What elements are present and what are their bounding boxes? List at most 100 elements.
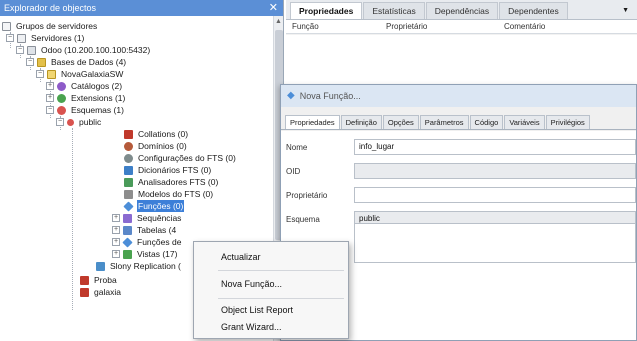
database-icon	[80, 275, 89, 285]
context-menu: Actualizar Nova Função... Object List Re…	[193, 241, 349, 339]
collations-icon	[124, 129, 133, 139]
tab-dependencies[interactable]: Dependências	[425, 2, 499, 19]
menu-item-refresh[interactable]: Actualizar	[194, 248, 348, 266]
properties-tab-bar: Propriedades Estatísticas Dependências D…	[286, 0, 637, 20]
owner-select[interactable]	[354, 187, 636, 203]
column-header-comment[interactable]: Comentário	[498, 20, 545, 33]
comment-textarea[interactable]	[354, 223, 636, 263]
schema-icon	[67, 118, 74, 126]
fts-dictionaries-icon	[124, 165, 133, 175]
menu-item-grant-wizard[interactable]: Grant Wizard...	[194, 318, 348, 336]
tree-node-server-groups[interactable]: Grupos de servidores	[2, 20, 98, 32]
collapse-toggle[interactable]: −	[46, 106, 54, 114]
dialog-tab-code[interactable]: Código	[469, 115, 504, 129]
close-icon[interactable]: ✕	[269, 0, 278, 16]
expand-toggle[interactable]: +	[112, 238, 120, 246]
dialog-title-bar[interactable]: ◆ Nova Função...	[281, 85, 636, 107]
fts-config-icon	[124, 153, 133, 163]
expand-toggle[interactable]: +	[112, 250, 120, 258]
explorer-title: Explorador de objectos	[4, 3, 97, 13]
properties-list	[286, 35, 637, 85]
tree-node-schemas[interactable]: − Esquemas (1)	[46, 104, 125, 116]
tree-node-fts-parsers[interactable]: Analisadores FTS (0)	[124, 176, 219, 188]
tree-node-extensions[interactable]: + Extensions (1)	[46, 92, 126, 104]
tab-statistics[interactable]: Estatísticas	[363, 2, 425, 19]
database-icon	[47, 69, 56, 79]
tree-node-catalogs[interactable]: + Catálogos (2)	[46, 80, 123, 92]
tree-node-database-proba[interactable]: Proba	[80, 274, 118, 286]
oid-input	[354, 163, 636, 179]
explorer-title-bar: Explorador de objectos ✕	[0, 0, 283, 16]
tree-node-fts-dictionaries[interactable]: Dicionários FTS (0)	[124, 164, 212, 176]
column-header-function[interactable]: Função	[286, 20, 380, 33]
fts-parsers-icon	[124, 177, 133, 187]
views-icon	[123, 249, 132, 259]
collapse-toggle[interactable]: −	[56, 118, 64, 126]
dialog-tab-privileges[interactable]: Privilégios	[545, 115, 590, 129]
tree-node-tables[interactable]: + Tabelas (4	[112, 224, 177, 236]
column-header-owner[interactable]: Proprietário	[380, 20, 498, 33]
menu-item-object-list-report[interactable]: Object List Report	[194, 301, 348, 319]
collapse-toggle[interactable]: −	[16, 46, 24, 54]
dialog-tab-parameters[interactable]: Parâmetros	[419, 115, 469, 129]
name-label: Nome	[286, 142, 308, 152]
tables-icon	[123, 225, 132, 235]
tree-node-database-galaxia[interactable]: galaxia	[80, 286, 122, 298]
properties-list-header: Função Proprietário Comentário	[286, 20, 637, 34]
tree-node-slony-replication[interactable]: Slony Replication (	[96, 260, 182, 272]
tab-properties[interactable]: Propriedades	[290, 2, 363, 19]
dialog-tab-options[interactable]: Opções	[382, 115, 419, 129]
dialog-tab-variables[interactable]: Variáveis	[504, 115, 545, 129]
schema-label: Esquema	[286, 214, 320, 224]
tree-node-schema-public[interactable]: − public	[56, 116, 102, 128]
server-group-icon	[2, 21, 11, 31]
tree-node-trigger-functions[interactable]: + Funções de	[112, 236, 182, 248]
tree-node-sequences[interactable]: + Sequências	[112, 212, 182, 224]
owner-label: Proprietário	[286, 190, 328, 200]
slony-icon	[96, 261, 105, 271]
tree-node-domains[interactable]: Domínios (0)	[124, 140, 188, 152]
menu-item-new-function[interactable]: Nova Função...	[194, 275, 348, 293]
collapse-toggle[interactable]: −	[26, 58, 34, 66]
dialog-tab-definition[interactable]: Definição	[340, 115, 382, 129]
menu-separator	[218, 270, 344, 271]
collapse-toggle[interactable]: −	[36, 70, 44, 78]
databases-icon	[37, 57, 46, 67]
sequences-icon	[123, 213, 132, 223]
dialog-tab-properties[interactable]: Propriedades	[285, 115, 340, 129]
expand-toggle[interactable]: +	[112, 214, 120, 222]
expand-toggle[interactable]: +	[46, 94, 54, 102]
extensions-icon	[57, 93, 66, 103]
oid-label: OID	[286, 166, 301, 176]
tree-node-collations[interactable]: Collations (0)	[124, 128, 189, 140]
menu-separator	[218, 298, 344, 299]
tree-node-databases[interactable]: − Bases de Dados (4)	[26, 56, 127, 68]
schemas-icon	[57, 105, 66, 115]
form-row-oid: OID	[286, 163, 636, 179]
tab-dependents[interactable]: Dependentes	[499, 2, 568, 19]
tree-node-fts-configurations[interactable]: Configurações do FTS (0)	[124, 152, 237, 164]
tree-node-servers[interactable]: − Servidores (1)	[6, 32, 85, 44]
catalogs-icon	[57, 81, 66, 91]
servers-icon	[17, 33, 26, 43]
form-row-name: Nome info_lugar	[286, 139, 636, 155]
tab-overflow-icon[interactable]: ▼	[622, 7, 629, 19]
database-icon	[80, 287, 89, 297]
fts-templates-icon	[124, 189, 133, 199]
tree-node-server-odoo[interactable]: − Odoo (10.200.100.100:5432)	[16, 44, 151, 56]
expand-toggle[interactable]: +	[46, 82, 54, 90]
tree-node-fts-templates[interactable]: Modelos do FTS (0)	[124, 188, 214, 200]
name-input[interactable]: info_lugar	[354, 139, 636, 155]
function-icon: ◆	[287, 90, 295, 101]
functions-icon	[123, 200, 134, 212]
tree-node-database-novagalaxiasw[interactable]: − NovaGalaxiaSW	[36, 68, 124, 80]
tree-node-views[interactable]: + Vistas (17)	[112, 248, 178, 260]
scroll-up-arrow-icon[interactable]: ▲	[275, 18, 282, 25]
collapse-toggle[interactable]: −	[6, 34, 14, 42]
expand-toggle[interactable]: +	[112, 226, 120, 234]
domains-icon	[124, 141, 133, 151]
tree-node-functions[interactable]: Funções (0)	[123, 200, 185, 212]
trigger-functions-icon	[122, 236, 133, 248]
server-icon	[27, 45, 36, 55]
form-row-owner: Proprietário	[286, 187, 636, 203]
